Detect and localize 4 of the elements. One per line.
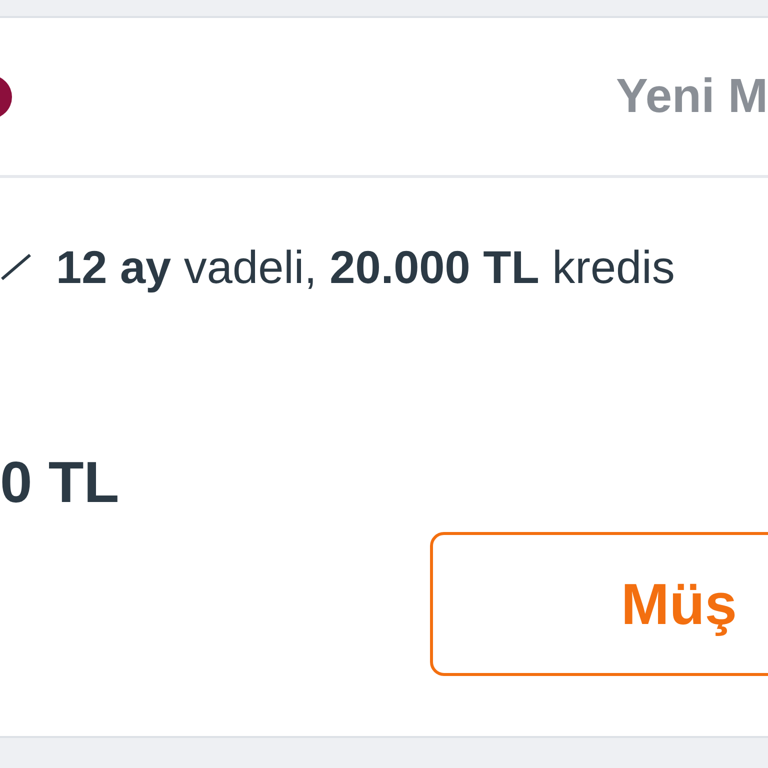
amount-text: 0 TL	[0, 454, 120, 512]
offer-text: 12 ay vadeli, 20.000 TL kredis	[56, 240, 675, 294]
page-title: Yeni M	[616, 69, 768, 124]
action-button[interactable]: Müş	[430, 532, 768, 676]
